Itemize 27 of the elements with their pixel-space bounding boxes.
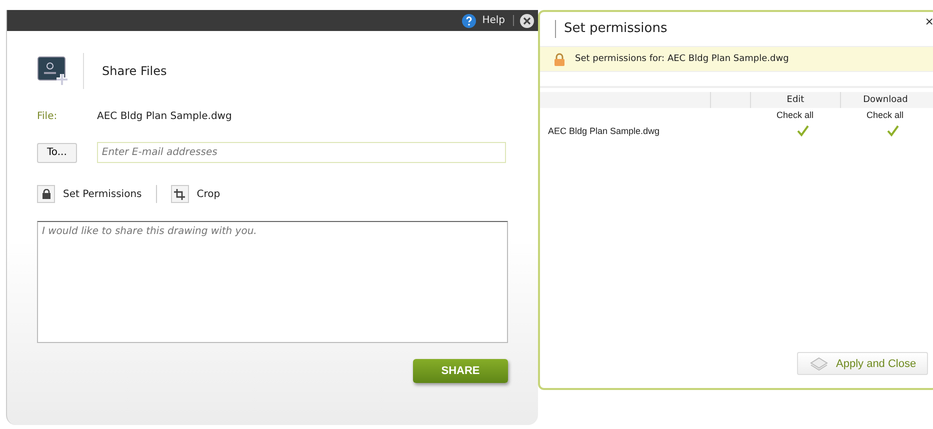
notice-text: Set permissions for: AEC Bldg Plan Sample.dwg: [575, 54, 789, 64]
to-button[interactable]: To...: [37, 142, 77, 162]
email-field[interactable]: Enter E-mail addresses: [96, 142, 506, 163]
panel-title: Set permissions: [555, 20, 668, 38]
file-name: AEC Bldg Plan Sample.dwg: [97, 111, 232, 122]
message-field[interactable]: I would like to share this drawing with you.: [37, 221, 508, 343]
lock-icon: [42, 189, 50, 199]
layers-icon: [810, 356, 828, 370]
check-icon[interactable]: [887, 125, 899, 137]
file-name: AEC Bldg Plan Sample.dwg: [548, 126, 661, 136]
check-all-link[interactable]: Check all: [840, 110, 930, 120]
crop-icon: [174, 188, 186, 200]
action-label[interactable]: Set Permissions: [63, 188, 142, 200]
close-button[interactable]: ×: [924, 15, 933, 28]
action-label[interactable]: Crop: [196, 188, 220, 200]
lock-icon: [554, 52, 565, 66]
file-label: File:: [37, 111, 58, 122]
check-icon[interactable]: [797, 125, 809, 137]
help-icon[interactable]: [462, 14, 476, 28]
help-link[interactable]: Help: [482, 15, 514, 26]
check-all-link[interactable]: Check all: [750, 110, 840, 120]
column-header: Download: [840, 92, 930, 108]
share-files-icon: [37, 56, 69, 86]
close-icon[interactable]: [520, 14, 534, 28]
column-header: Edit: [750, 92, 840, 108]
apply-button[interactable]: Apply and Close: [797, 352, 928, 375]
dialog-title: Share Files: [102, 64, 167, 78]
